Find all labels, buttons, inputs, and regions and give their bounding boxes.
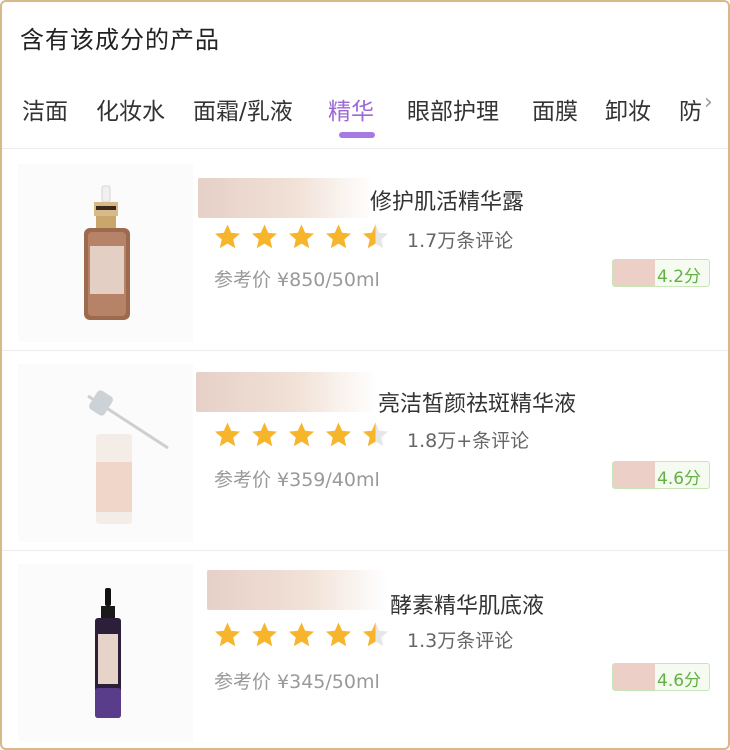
chevron-right-icon[interactable]: › [704, 90, 713, 115]
star-icon [326, 224, 351, 249]
product-image[interactable] [18, 364, 193, 542]
star-icon [289, 622, 314, 647]
star-icon [289, 422, 314, 447]
reference-price: 参考价 ¥850/50ml [214, 269, 380, 291]
product-image[interactable] [18, 164, 193, 342]
review-count: 1.3万条评论 [407, 630, 514, 652]
rating-stars [212, 420, 391, 450]
score-value: 4.6分 [657, 469, 702, 489]
half-star-icon [363, 622, 388, 647]
product-name: 酵素精华肌底液 [390, 594, 545, 619]
product-image[interactable] [18, 564, 193, 742]
star-icon [252, 622, 277, 647]
star-icon [215, 224, 240, 249]
half-star-icon [363, 224, 388, 249]
reference-price: 参考价 ¥345/50ml [214, 671, 380, 693]
star-icon [289, 224, 314, 249]
tab-serum[interactable]: 精华 [328, 92, 374, 126]
star-icon [215, 422, 240, 447]
tab-toner[interactable]: 化妆水 [96, 92, 165, 126]
product-item[interactable]: 亮洁皙颜祛斑精华液 1.8万+条评论 参考价 ¥359/40ml 4.6分 [2, 352, 728, 551]
score-badge: 4.6分 [612, 663, 710, 691]
tab-cream-lotion[interactable]: 面霜/乳液 [193, 92, 293, 126]
review-count: 1.7万条评论 [407, 230, 514, 252]
tab-makeup-remover[interactable]: 卸妆 [605, 92, 651, 126]
star-icon [252, 422, 277, 447]
active-tab-indicator [339, 132, 375, 138]
product-list-card: 含有该成分的产品 洁面 化妆水 面霜/乳液 精华 眼部护理 面膜 卸妆 防 › … [0, 0, 730, 750]
category-tabs: 洁面 化妆水 面霜/乳液 精华 眼部护理 面膜 卸妆 防 › [2, 88, 728, 149]
star-icon [215, 622, 240, 647]
redacted-score-label [613, 462, 655, 488]
redacted-score-label [613, 664, 655, 690]
tab-eye-care[interactable]: 眼部护理 [407, 92, 499, 126]
product-name: 亮洁皙颜祛斑精华液 [378, 392, 577, 417]
product-item[interactable]: 酵素精华肌底液 1.3万条评论 参考价 ¥345/50ml 4.6分 [2, 552, 728, 748]
review-count: 1.8万+条评论 [407, 430, 530, 452]
rating-stars [212, 222, 391, 252]
score-badge: 4.6分 [612, 461, 710, 489]
score-value: 4.6分 [657, 671, 702, 691]
redacted-brand [196, 372, 376, 412]
redacted-score-label [613, 260, 655, 286]
redacted-brand [207, 570, 387, 610]
score-badge: 4.2分 [612, 259, 710, 287]
reference-price: 参考价 ¥359/40ml [214, 469, 380, 491]
rating-stars [212, 620, 391, 650]
score-value: 4.2分 [657, 267, 702, 287]
half-star-icon [363, 422, 388, 447]
tab-mask[interactable]: 面膜 [532, 92, 578, 126]
star-icon [252, 224, 277, 249]
star-icon [326, 422, 351, 447]
product-item[interactable]: 修护肌活精华露 1.7万条评论 参考价 ¥850/50ml 4.2分 [2, 152, 728, 351]
tab-cleanser[interactable]: 洁面 [22, 92, 68, 126]
star-icon [326, 622, 351, 647]
redacted-brand [198, 178, 373, 218]
tab-sunscreen[interactable]: 防 [679, 92, 702, 126]
product-name: 修护肌活精华露 [370, 190, 525, 215]
section-title: 含有该成分的产品 [20, 26, 220, 54]
